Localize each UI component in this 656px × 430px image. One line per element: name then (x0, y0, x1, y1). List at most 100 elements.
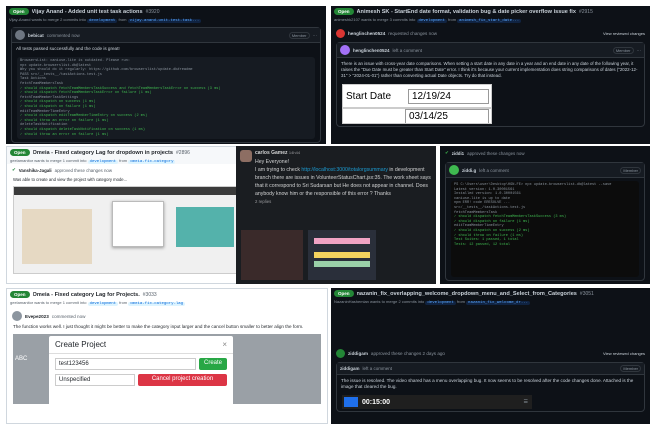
member-badge: Member (620, 365, 641, 372)
head-branch[interactable]: omeia-fix-category-lag (128, 302, 186, 306)
pr-number: #3033 (142, 291, 157, 298)
timer-value: 00:15:00 (362, 398, 391, 406)
reviewer-name[interactable]: ziddigam (348, 351, 368, 356)
head-branch[interactable]: animesh_fix_start_date... (457, 19, 522, 23)
approved-icon (336, 349, 345, 358)
attachment-image-1[interactable] (241, 230, 303, 280)
pr-title[interactable]: Vijay Anand - Added unit test task actio… (32, 9, 143, 15)
create-button[interactable]: Create (198, 357, 227, 370)
dropdown-modal (112, 201, 164, 247)
message-author[interactable]: carlos Gamez (255, 150, 288, 156)
avatar[interactable] (12, 311, 22, 321)
head-branch[interactable]: vijay-anand-unit-test-task... (127, 19, 202, 23)
pr-panel-overlapping-menu: Open nazanin_fix_overlapping_welcome_dro… (331, 288, 650, 424)
member-badge: Member (288, 31, 310, 39)
comment-body: The function works well. I just thought … (13, 324, 304, 329)
pr-panel-category-dropdown: Open Omeia - Fixed category Lag for drop… (6, 146, 246, 284)
comment-author[interactable]: henglinchen0524 (353, 48, 390, 53)
review-row: ✔ Vanshika-Jagali approved these changes… (12, 167, 113, 173)
message-greeting: Hey Everyone! (255, 159, 290, 165)
comment-author[interactable]: Evepe2023 (25, 314, 49, 319)
more-icon[interactable]: ··· (313, 33, 318, 38)
start-date-label: Start Date (346, 90, 392, 102)
code-line: Tests: 12 passed, 12 total (454, 242, 511, 247)
pr-panel-unit-tests: Open Vijay Anand - Added unit test task … (6, 6, 326, 144)
chart-thumbnail (176, 207, 234, 247)
changes-requested-icon (336, 29, 345, 38)
screenshot-attachment[interactable]: ABC Create Project × test123456 Create U… (13, 333, 321, 404)
screenshot-attachment[interactable] (13, 186, 239, 274)
timer-icon (344, 397, 358, 407)
code-line: PS C:\Users\user\Desktop\HGN-FE> npx upd… (454, 183, 612, 187)
comment-body: All tests passed successfully and the co… (16, 46, 120, 51)
localhost-link[interactable]: http://localhost:3000/totalorgsummary (301, 167, 388, 173)
start-date-row: Start Date 12/19/24 (342, 84, 492, 108)
view-reviewed-changes-button[interactable]: View reviewed changes (603, 31, 645, 36)
pr-panel-test-run: ✔ ziddi1 approved these changes now zidd… (440, 146, 650, 284)
background-label: ABC (15, 355, 28, 362)
pr-title[interactable]: Omeia - Fixed category Lag for dropdown … (33, 150, 174, 156)
create-project-modal: Create Project × test123456 Create Unspe… (49, 335, 233, 404)
base-branch[interactable]: development (87, 160, 119, 164)
comment-author[interactable]: ziddigam (340, 366, 360, 371)
base-branch[interactable]: development (425, 301, 456, 305)
comment-body: The issue is resolved. The video shared … (341, 378, 634, 389)
end-date-input[interactable]: 03/14/25 (405, 109, 489, 123)
comment-body: There is an issue with cross-year date c… (341, 61, 638, 78)
thread-replies[interactable]: 2 replies (255, 199, 432, 204)
review-row: ziddigam approved these changes 2 days a… (331, 305, 650, 360)
base-branch[interactable]: development (416, 19, 447, 23)
pr-number: #3051 (579, 290, 594, 297)
avatar[interactable] (449, 165, 459, 175)
pr-panel-date-fix: Open Animesh SK - StartEnd date format, … (331, 6, 650, 144)
more-icon[interactable]: ··· (637, 48, 642, 53)
member-badge: Member (620, 166, 641, 174)
menu-icon[interactable]: ☰ (524, 399, 528, 405)
start-date-input[interactable]: 12/19/24 (408, 88, 489, 104)
avatar[interactable] (15, 30, 25, 40)
close-icon[interactable]: × (222, 340, 227, 349)
avatar[interactable] (340, 45, 350, 55)
pr-number: #3920 (145, 8, 160, 15)
comment-body: Was able to create and view the project … (13, 177, 128, 182)
reviewer-name[interactable]: henglinchen0524 (348, 31, 385, 36)
comment-box: ziddigam left a comment Member The issue… (336, 362, 645, 412)
comment-box: ziddi.g left a comment Member PS C:\User… (445, 162, 645, 281)
comment-box: henglinchen0524 left a comment Member ··… (336, 42, 645, 127)
comment-box: bebicat commented now Member ··· All tes… (11, 27, 321, 143)
pr-subtitle: Vijay-Anand wants to merge 2 commits int… (9, 17, 202, 23)
head-branch[interactable]: nazanin_fix_welcome_dr... (466, 301, 531, 305)
avatar[interactable] (240, 150, 252, 162)
pr-title[interactable]: Animesh SK - StartEnd date format, valid… (357, 9, 576, 15)
head-branch[interactable]: omeia-fix-category (128, 160, 176, 164)
pr-title[interactable]: Omeia - Fixed category Lag for Projects. (33, 292, 140, 298)
comment-author[interactable]: bebicat (28, 33, 44, 38)
pr-title[interactable]: nazanin_fix_overlapping_welcome_dropdown… (357, 291, 577, 297)
status-badge: Open (10, 291, 30, 298)
base-branch[interactable]: development (87, 302, 119, 306)
terminal-output: PS C:\Users\user\Desktop\HGN-FE> npx upd… (451, 181, 639, 277)
comment-author[interactable]: ziddi.g (462, 168, 476, 173)
project-name-input[interactable]: test123456 (55, 357, 196, 370)
view-reviewed-changes-button[interactable]: View reviewed changes (603, 351, 645, 356)
timer-screenshot[interactable]: 00:15:00 ☰ (342, 395, 532, 409)
chat-message-panel: carlos Gamez 14h44 Hey Everyone! I am tr… (236, 146, 436, 284)
comment-header: Evepe2023 commented now (7, 306, 327, 323)
review-row: henglinchen0524 requested changes now Vi… (331, 23, 650, 40)
reviewer-name[interactable]: Vanshika-Jagali (19, 168, 52, 173)
member-badge: Member (612, 46, 634, 54)
message-time: 14h44 (288, 150, 301, 155)
modal-title: Create Project (55, 339, 107, 349)
status-badge: Open (9, 8, 29, 15)
reviewer-name[interactable]: ziddi1 (452, 151, 464, 156)
base-branch[interactable]: development (86, 19, 118, 23)
comment-action: commented now (46, 32, 80, 38)
end-date-row: 03/14/25 (342, 108, 492, 124)
map-thumbnail (22, 209, 92, 264)
attachment-image-2[interactable] (308, 230, 376, 280)
pr-panel-category-lag: Open Omeia - Fixed category Lag for Proj… (6, 288, 328, 424)
cancel-project-button[interactable]: Cancel project creation (138, 373, 227, 386)
category-select[interactable]: Unspecified (55, 373, 135, 386)
status-badge: Open (334, 8, 354, 15)
status-badge: Open (334, 290, 354, 297)
